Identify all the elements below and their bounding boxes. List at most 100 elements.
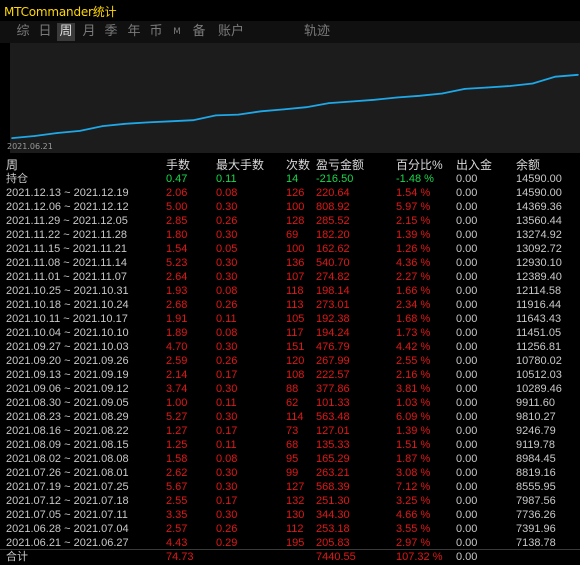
table-row: 2021.09.06 ~ 2021.09.12 3.74 0.30 88 377.86 3… — [0, 382, 580, 396]
count-cell: 107 — [286, 271, 305, 283]
week-cell: 2021.10.18 ~ 2021.10.24 — [6, 299, 129, 311]
pnl-cell: 198.14 — [316, 285, 350, 297]
pnl-cell: 135.33 — [316, 439, 350, 451]
lots-cell: 1.54 — [166, 243, 188, 255]
week-cell: 周 — [6, 158, 19, 172]
count-cell: 195 — [286, 537, 305, 549]
table-row: 2021.08.09 ~ 2021.08.15 1.25 0.11 68 135.33 1… — [0, 438, 580, 452]
tab-quarter[interactable]: 季 — [102, 23, 120, 41]
balance-point — [260, 110, 262, 113]
pct-cell: 1.54 % — [396, 187, 431, 199]
table-row: 2021.10.25 ~ 2021.10.31 1.93 0.08 118 198.14… — [0, 284, 580, 298]
lots-cell: 1.89 — [166, 327, 188, 339]
pct-cell: 2.55 % — [396, 355, 431, 367]
pct-cell: 2.15 % — [396, 215, 431, 227]
tab-note[interactable]: 备 — [190, 23, 208, 41]
table-row: 2021.07.19 ~ 2021.07.25 5.67 0.30 127 568.39… — [0, 480, 580, 494]
balance-cell: 9246.79 — [516, 425, 556, 437]
week-cell: 2021.06.21 ~ 2021.06.27 — [6, 537, 129, 549]
total-cell: 74.73 — [166, 551, 194, 563]
balance-cell: 7138.78 — [516, 537, 556, 549]
lots-cell: 3.35 — [166, 509, 188, 521]
lots-cell: 0.47 — [166, 173, 188, 185]
tab-week[interactable]: 周 — [57, 23, 75, 41]
pct-cell: 1.73 % — [396, 327, 431, 339]
max-lots-cell: 0.30 — [216, 509, 238, 521]
max-lots-cell: 0.11 — [216, 313, 237, 325]
max-lots-cell: 0.26 — [216, 215, 238, 227]
flow-cell: 0.00 — [456, 285, 478, 297]
pnl-cell: 273.01 — [316, 299, 350, 311]
period-tabs: 综 日 周 月 季 年 币 M 备 账户 轨迹 — [0, 21, 580, 43]
tab-year[interactable]: 年 — [125, 23, 143, 41]
max-lots-cell: 0.17 — [216, 425, 238, 437]
flow-cell: 0.00 — [456, 523, 478, 535]
flow-cell: 0.00 — [456, 495, 478, 507]
week-cell: 2021.11.08 ~ 2021.11.14 — [6, 257, 128, 269]
tab-currency[interactable]: 币 — [147, 23, 165, 41]
table-row: 2021.11.08 ~ 2021.11.14 5.23 0.30 136 540.70… — [0, 256, 580, 270]
flow-cell: 0.00 — [456, 383, 478, 395]
balance-cell: 10512.03 — [516, 369, 562, 381]
balance-cell: 8984.45 — [516, 453, 556, 465]
lots-cell: 2.68 — [166, 299, 188, 311]
pnl-cell: 267.99 — [316, 355, 350, 367]
tab-summary[interactable]: 综 — [14, 23, 32, 41]
max-lots-cell: 0.30 — [216, 481, 238, 493]
balance-point — [101, 125, 104, 127]
week-cell: 2021.11.01 ~ 2021.11.07 — [6, 271, 128, 283]
lots-cell: 1.25 — [166, 439, 188, 451]
table-row: 2021.12.06 ~ 2021.12.12 5.00 0.30 100 808.92… — [0, 200, 580, 214]
max-lots-cell: 0.08 — [216, 453, 238, 465]
week-cell: 2021.07.12 ~ 2021.07.18 — [6, 495, 129, 507]
max-lots-cell: 0.30 — [216, 271, 238, 283]
max-lots-cell: 0.30 — [216, 229, 238, 241]
balance-point — [215, 114, 217, 117]
table-row: 2021.11.22 ~ 2021.11.28 1.80 0.30 69 182.20 1… — [0, 228, 580, 242]
max-lots-cell: 0.11 — [216, 397, 237, 409]
pct-cell: 2.27 % — [396, 271, 431, 283]
total-cell: 7440.55 — [316, 551, 356, 563]
holding-row: 持仓 0.47 0.11 14 -216.50 -1.48 % 0.00 14590.00 — [0, 172, 580, 186]
balance-point — [464, 88, 466, 90]
table-row: 2021.10.18 ~ 2021.10.24 2.68 0.26 113 273.01… — [0, 298, 580, 312]
flow-cell: 0.00 — [456, 257, 478, 269]
flow-cell: 0.00 — [456, 327, 478, 339]
balance-point — [531, 82, 534, 85]
table-row: 2021.11.29 ~ 2021.12.05 2.85 0.26 128 285.52… — [0, 214, 580, 228]
pct-cell: 7.12 % — [396, 481, 431, 493]
count-cell: 113 — [286, 299, 304, 311]
lots-cell: 5.00 — [166, 201, 188, 213]
balance-point — [147, 121, 149, 124]
balance-cell: 9810.27 — [516, 411, 556, 423]
balance-point — [192, 119, 194, 121]
pnl-cell: 344.30 — [316, 509, 350, 521]
tab-track[interactable]: 轨迹 — [302, 23, 332, 41]
week-cell: 2021.10.11 ~ 2021.10.17 — [6, 313, 128, 325]
flow-cell: 0.00 — [456, 453, 478, 465]
week-cell: 2021.07.19 ~ 2021.07.25 — [6, 481, 129, 493]
balance-cell: 14590.00 — [516, 187, 562, 199]
total-row: 合计 74.73 7440.55 107.32 % 0.00 — [0, 550, 580, 564]
count-cell: 114 — [286, 411, 304, 423]
tab-account[interactable]: 账户 — [216, 23, 246, 41]
flow-cell: 0.00 — [456, 313, 478, 325]
balance-point — [79, 130, 81, 132]
lots-cell: 5.27 — [166, 411, 188, 423]
pnl-cell: 101.33 — [316, 397, 350, 409]
pct-cell: 6.09 % — [396, 411, 431, 423]
balance-point — [418, 95, 421, 97]
pnl-cell: 563.48 — [316, 411, 350, 423]
count-cell: 62 — [286, 397, 299, 409]
pnl-cell: 263.21 — [316, 467, 350, 479]
total-cell: 合计 — [6, 551, 28, 563]
balance-point — [169, 120, 172, 123]
tab-day[interactable]: 日 — [36, 23, 54, 41]
lots-cell: 1.00 — [166, 397, 188, 409]
tab-month[interactable]: 月 — [80, 23, 98, 41]
flow-cell: 0.00 — [456, 355, 478, 367]
flow-cell: 0.00 — [456, 299, 478, 311]
tab-m[interactable]: M — [170, 23, 184, 41]
table-row: 2021.08.02 ~ 2021.08.08 1.58 0.08 95 165.29 1… — [0, 452, 580, 466]
pct-cell: 1.03 % — [396, 397, 431, 409]
